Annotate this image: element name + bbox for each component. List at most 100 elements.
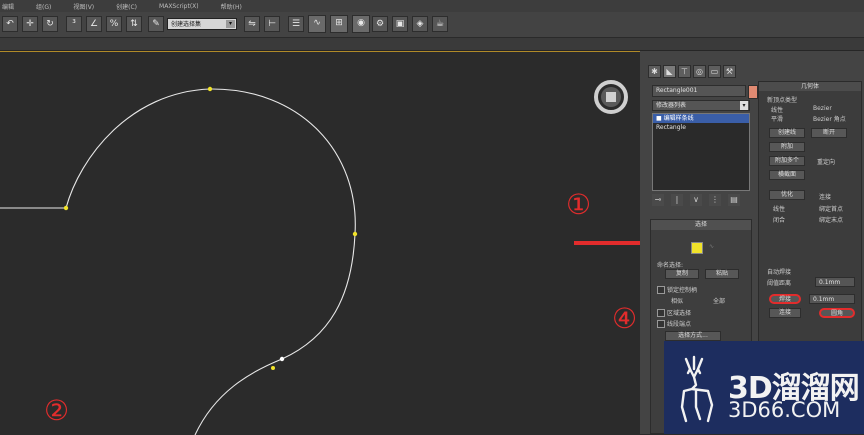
chevron-down-icon: ▾ <box>226 20 235 28</box>
optimize-button[interactable]: 优化 <box>769 190 805 200</box>
area-select-label: 区域选择 <box>667 310 692 317</box>
stack-item-rectangle[interactable]: Rectangle <box>653 123 749 132</box>
curve-editor-icon[interactable]: ∿ <box>308 15 326 33</box>
spline-shape <box>0 88 356 435</box>
cross-section-button[interactable]: 横截面 <box>769 170 805 180</box>
menu-create[interactable]: 创建(C) <box>116 2 137 11</box>
segment-mode-icon[interactable]: ∿ <box>709 243 714 250</box>
main-toolbar: ↶ ✛ ↻ ³ ∠ % ⇅ ✎ 创建选择集 ▾ ⇋ ⊢ ☰ ∿ ⊞ ◉ ⚙ ▣ … <box>0 12 864 38</box>
new-vertex-type-label: 新顶点类型 <box>767 97 798 104</box>
copy-button[interactable]: 复制 <box>665 269 699 279</box>
break-button[interactable]: 断开 <box>811 128 847 138</box>
vertex-mode-icon[interactable] <box>691 242 703 254</box>
viewcube-icon <box>594 80 628 114</box>
menu-help[interactable]: 帮助(H) <box>221 2 242 11</box>
menu-edit[interactable]: 编辑 <box>2 2 14 11</box>
spline-vertex <box>352 231 358 237</box>
render-icon[interactable]: ◈ <box>412 16 428 32</box>
linear-checkbox[interactable]: 线性 <box>773 204 785 213</box>
annotation-arrow-1 <box>574 241 640 245</box>
spinner-snap-icon[interactable]: ⇅ <box>126 16 142 32</box>
reorient-checkbox[interactable]: 重定向 <box>817 157 835 166</box>
smooth-radio[interactable]: 平滑 <box>771 114 783 123</box>
stack-buttons: ⊸ | ∨ ⋮ ▤ <box>652 194 740 206</box>
remove-icon[interactable]: ⋮ <box>709 194 721 206</box>
spline-vertex-selected <box>279 356 285 362</box>
mirror-icon[interactable]: ⇋ <box>244 16 260 32</box>
bezier-radio[interactable]: Bezier <box>813 105 832 112</box>
viewport[interactable]: ① ② ④ <box>0 51 640 435</box>
teapot-icon[interactable]: ☕ <box>432 16 448 32</box>
all-radio[interactable]: 全部 <box>713 296 725 305</box>
fillet-button[interactable]: 圆角 <box>819 308 855 318</box>
modify-icon[interactable]: ◣ <box>663 65 676 78</box>
menu-view[interactable]: 视图(V) <box>73 2 94 11</box>
make-unique-icon[interactable]: ∨ <box>690 194 702 206</box>
rotate-icon[interactable]: ↻ <box>42 16 58 32</box>
attach-mult-button[interactable]: 附加多个 <box>769 156 805 166</box>
menu-group[interactable]: 组(G) <box>36 2 51 11</box>
render-frame-icon[interactable]: ▣ <box>392 16 408 32</box>
annotation-number-4: ④ <box>612 302 638 335</box>
bezier-corner-radio[interactable]: Bezier 角点 <box>813 114 846 123</box>
annotation-number-2: ② <box>44 394 70 427</box>
attach-button[interactable]: 附加 <box>769 142 805 152</box>
ribbon-bar <box>0 38 864 51</box>
render-setup-icon[interactable]: ⚙ <box>372 16 388 32</box>
geometry-rollout-title[interactable]: 几何体 <box>759 82 861 91</box>
segment-end-checkbox[interactable] <box>657 320 665 328</box>
display-icon[interactable]: ▭ <box>708 65 721 78</box>
weld-button[interactable]: 焊接 <box>769 294 801 304</box>
layer-icon[interactable]: ☰ <box>288 16 304 32</box>
material-editor-icon[interactable]: ◉ <box>352 15 370 33</box>
threshold-input[interactable]: 0.1mm <box>815 277 855 287</box>
object-color-swatch[interactable] <box>748 85 758 99</box>
angle-snap-icon[interactable]: ∠ <box>86 16 102 32</box>
modifier-list-label: 修改器列表 <box>656 102 687 109</box>
named-selections-label: 命名选择: <box>657 262 684 269</box>
undo-icon[interactable]: ↶ <box>2 16 18 32</box>
command-panel-tabs: ✱ ◣ ⊤ ◎ ▭ ⚒ <box>648 65 736 79</box>
percent-snap-icon[interactable]: % <box>106 16 122 32</box>
auto-weld-checkbox[interactable]: 自动焊接 <box>767 267 791 276</box>
show-end-icon[interactable]: | <box>671 194 683 206</box>
lock-handles-checkbox[interactable] <box>657 286 665 294</box>
move-icon[interactable]: ✛ <box>22 16 38 32</box>
area-select-checkbox[interactable] <box>657 309 665 317</box>
select-by-button[interactable]: 选择方式... <box>665 331 721 341</box>
edit-named-selection-icon[interactable]: ✎ <box>148 16 164 32</box>
similar-radio[interactable]: 相似 <box>671 296 683 305</box>
utilities-icon[interactable]: ⚒ <box>723 65 736 78</box>
create-icon[interactable]: ✱ <box>648 65 661 78</box>
lock-handles-label: 锁定控制柄 <box>667 287 698 294</box>
selection-set-dropdown[interactable]: 创建选择集 ▾ <box>167 18 237 30</box>
chevron-down-icon: ▾ <box>740 101 748 110</box>
modifier-stack[interactable]: ■ 编辑样条线 Rectangle <box>652 113 750 191</box>
connect-button[interactable]: 连接 <box>769 308 801 318</box>
watermark-sub-text: 3D66.COM <box>728 398 841 422</box>
object-name-field[interactable]: Rectangle001 <box>652 85 746 97</box>
selection-rollout-title[interactable]: 选择 <box>651 220 751 230</box>
schematic-icon[interactable]: ⊞ <box>330 15 348 33</box>
menu-maxscript[interactable]: MAXScript(X) <box>159 3 199 10</box>
motion-icon[interactable]: ◎ <box>693 65 706 78</box>
connect-checkbox[interactable]: 连接 <box>819 192 831 201</box>
threshold-label: 阈值距离 <box>767 280 792 287</box>
watermark-logo: 3D溜溜网 3D66.COM <box>664 341 864 434</box>
annotation-number-1: ① <box>566 188 592 221</box>
align-icon[interactable]: ⊢ <box>264 16 280 32</box>
configure-icon[interactable]: ▤ <box>728 194 740 206</box>
bind-last-checkbox[interactable]: 绑定末点 <box>819 215 843 224</box>
weld-threshold-input[interactable]: 0.1mm <box>809 294 855 304</box>
closed-checkbox[interactable]: 闭合 <box>773 215 785 224</box>
hierarchy-icon[interactable]: ⊤ <box>678 65 691 78</box>
bind-first-checkbox[interactable]: 绑定首点 <box>819 204 843 213</box>
pin-icon[interactable]: ⊸ <box>652 194 664 206</box>
stack-item-edit-spline[interactable]: ■ 编辑样条线 <box>653 114 749 123</box>
snap-icon[interactable]: ³ <box>66 16 82 32</box>
create-line-button[interactable]: 创建线 <box>769 128 805 138</box>
linear-radio[interactable]: 线性 <box>771 105 783 114</box>
paste-button[interactable]: 粘贴 <box>705 269 739 279</box>
modifier-list-dropdown[interactable]: 修改器列表 ▾ <box>652 100 750 111</box>
deer-logo-icon <box>680 355 714 423</box>
